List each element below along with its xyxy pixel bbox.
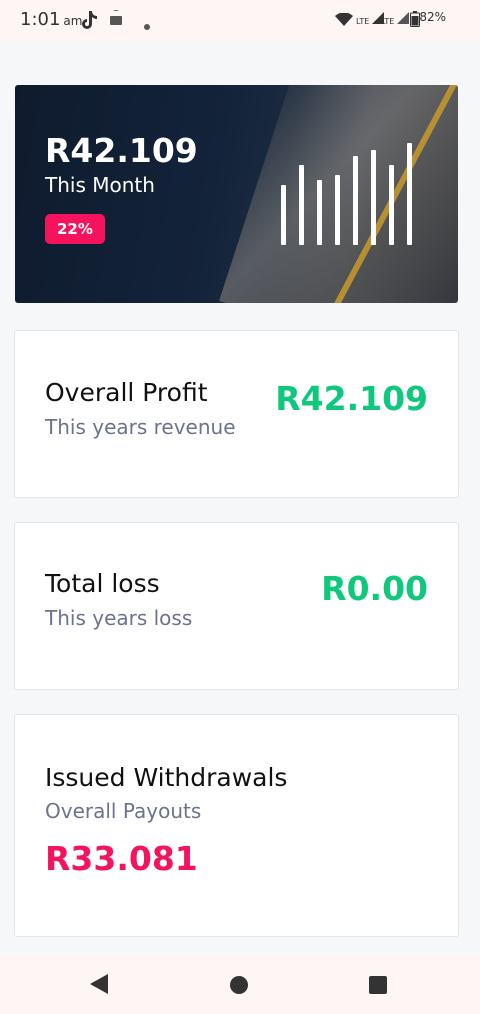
- mini-bar: [371, 150, 376, 245]
- mini-bar: [407, 143, 412, 245]
- total-loss-card: Total loss This years loss R0.00: [14, 522, 459, 690]
- withdrawals-value: R33.081: [45, 839, 198, 878]
- signal-2-icon: LTE: [381, 12, 409, 26]
- signal-1-label: LTE: [356, 17, 370, 26]
- loss-title: Total loss: [45, 569, 160, 598]
- mini-bar: [389, 165, 394, 245]
- loss-subtitle: This years loss: [45, 606, 193, 630]
- mini-bar: [317, 180, 322, 245]
- clock: 1:01 am: [20, 9, 82, 30]
- clock-time: 1:01: [20, 9, 61, 30]
- growth-badge: 22%: [45, 214, 105, 244]
- mini-bar: [335, 175, 340, 245]
- overall-profit-card: Overall Profit This years revenue R42.10…: [14, 330, 459, 498]
- profit-title: Overall Profit: [45, 378, 208, 407]
- signal-1-icon: LTE: [356, 12, 384, 26]
- mini-bar: [353, 156, 358, 245]
- withdrawals-card: Issued Withdrawals Overall Payouts R33.0…: [14, 714, 459, 937]
- battery-percent: 82%: [419, 10, 446, 24]
- notification-dot-icon: [143, 16, 151, 35]
- monthly-amount: R42.109: [45, 131, 198, 170]
- profit-value: R42.109: [275, 379, 428, 418]
- recent-apps-icon[interactable]: [369, 976, 387, 994]
- monthly-summary-card: R42.109 This Month 22%: [15, 85, 458, 303]
- signal-2-label: LTE: [381, 17, 395, 26]
- withdrawals-subtitle: Overall Payouts: [45, 799, 202, 823]
- loss-value: R0.00: [321, 569, 428, 608]
- android-icon: [108, 10, 124, 32]
- mini-bar: [281, 185, 286, 245]
- home-icon[interactable]: [230, 976, 248, 994]
- system-nav-bar: [0, 954, 480, 1014]
- status-bar: 1:01 am LTE LTE 82%: [0, 0, 480, 40]
- mini-bar: [299, 165, 304, 245]
- tiktok-icon: [80, 10, 98, 34]
- monthly-label: This Month: [45, 173, 155, 197]
- wifi-icon: [335, 12, 353, 31]
- profit-subtitle: This years revenue: [45, 415, 236, 439]
- mini-bar-chart: [281, 140, 421, 245]
- withdrawals-title: Issued Withdrawals: [45, 763, 288, 792]
- back-icon[interactable]: [90, 974, 108, 994]
